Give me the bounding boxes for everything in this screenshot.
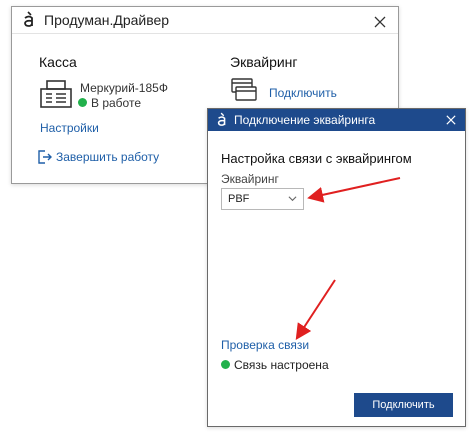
device-status: В работе <box>78 96 141 110</box>
connection-status: Связь настроена <box>221 358 329 372</box>
app-logo-icon <box>216 112 228 128</box>
exit-icon <box>38 150 52 169</box>
driver-window-titlebar: Продуман.Драйвер <box>12 7 398 34</box>
acquiring-heading: Эквайринг <box>230 54 298 70</box>
device-name: Меркурий-185Ф <box>80 81 168 95</box>
check-connection-link[interactable]: Проверка связи <box>221 338 309 352</box>
finish-work-link[interactable]: Завершить работу <box>56 150 159 164</box>
connection-status-text: Связь настроена <box>234 358 329 372</box>
close-icon[interactable] <box>370 12 390 32</box>
acquiring-connect-link[interactable]: Подключить <box>269 86 337 100</box>
connect-button[interactable]: Подключить <box>354 393 453 417</box>
acquiring-dialog-title: Подключение эквайринга <box>234 113 376 127</box>
driver-window-title: Продуман.Драйвер <box>44 12 170 28</box>
app-logo-icon <box>22 11 36 29</box>
status-ok-icon <box>78 98 87 108</box>
settings-link[interactable]: Настройки <box>40 121 99 135</box>
kassa-heading: Касса <box>39 54 77 70</box>
acquiring-dialog: Подключение эквайринга Настройка связи с… <box>207 108 466 427</box>
card-icon <box>230 77 258 108</box>
printer-icon <box>38 79 74 116</box>
status-ok-icon <box>221 360 230 370</box>
acquiring-field-label: Эквайринг <box>221 172 279 186</box>
acquiring-dialog-titlebar: Подключение эквайринга <box>208 109 465 131</box>
dialog-heading: Настройка связи с эквайрингом <box>221 151 412 166</box>
device-status-text: В работе <box>91 96 142 110</box>
chevron-down-icon <box>288 194 297 206</box>
acquiring-select[interactable]: PBF <box>221 188 304 210</box>
acquiring-select-value: PBF <box>228 193 250 205</box>
close-icon[interactable] <box>441 110 461 130</box>
